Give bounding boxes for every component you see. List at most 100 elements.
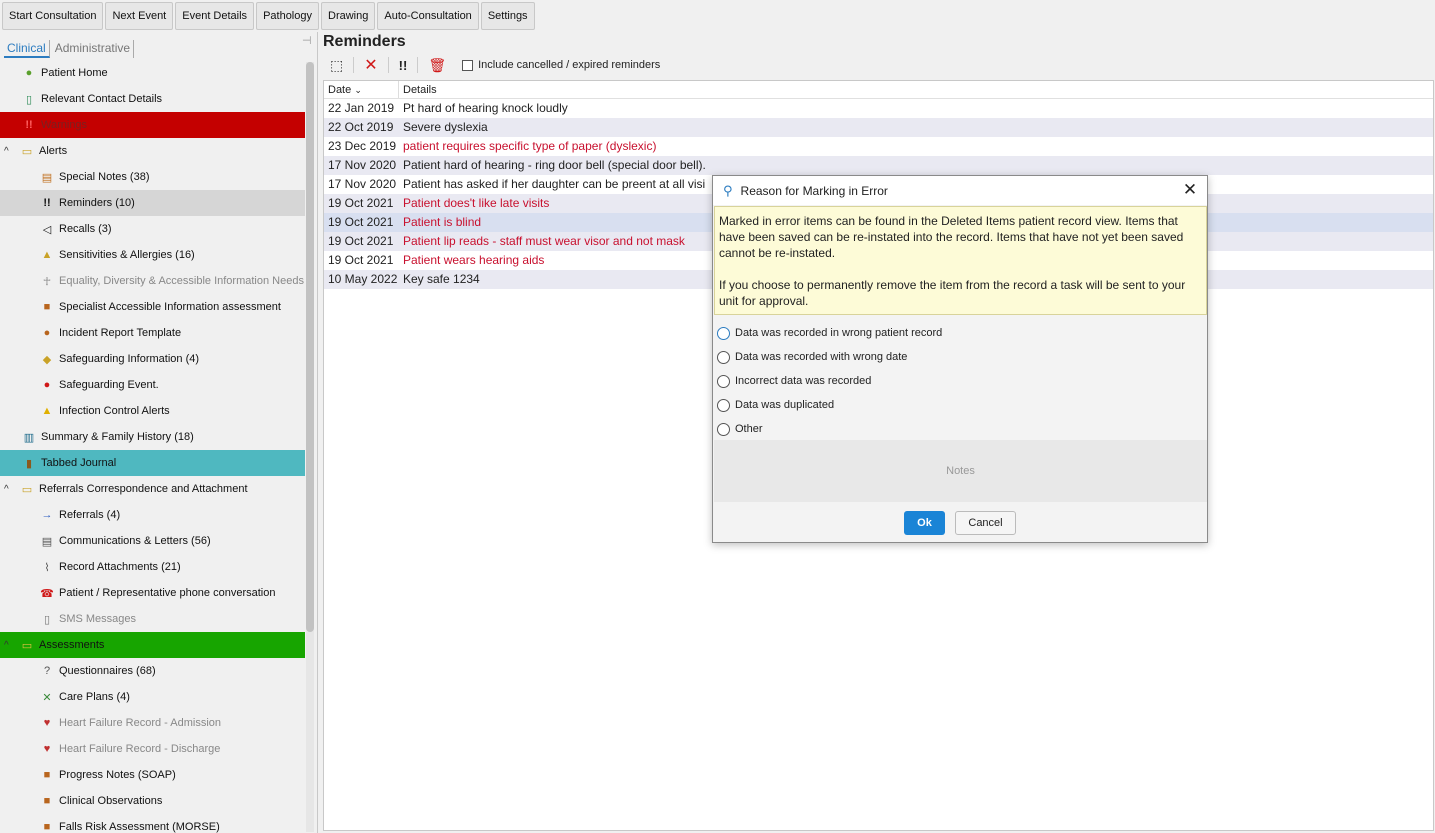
sidebar-item-recalls[interactable]: ◁ Recalls (3) — [0, 216, 305, 242]
exclamation-icon: !! — [43, 197, 51, 209]
square-icon: ■ — [43, 301, 51, 313]
sidebar-item-safeguarding-information[interactable]: ◆ Safeguarding Information (4) — [0, 346, 305, 372]
sidebar-item-reminders[interactable]: !! Reminders (10) — [0, 190, 305, 216]
sidebar-item-heart-failure-discharge[interactable]: ♥ Heart Failure Record - Discharge — [0, 736, 305, 762]
row-details: Key safe 1234 — [403, 272, 480, 286]
square-icon: ■ — [43, 795, 51, 807]
auto-consultation-button[interactable]: Auto-Consultation — [377, 2, 479, 30]
sidebar-group-assessments[interactable]: ^ ▭ Assessments — [0, 632, 305, 658]
sidebar-item-label: Summary & Family History (18) — [41, 431, 194, 443]
sidebar-item-label: Relevant Contact Details — [41, 93, 163, 105]
sidebar-item-sms-messages[interactable]: ▯ SMS Messages — [0, 606, 305, 632]
radio-button[interactable] — [717, 422, 730, 436]
paperclip-icon: ⌇ — [44, 561, 50, 574]
pin-icon[interactable]: ⊣ — [302, 34, 312, 47]
delete-icon[interactable]: 🗑 — [423, 54, 451, 76]
radio-label: Data was recorded in wrong patient recor… — [735, 327, 943, 339]
tools-icon: ✕ — [42, 691, 52, 704]
chevron-up-icon[interactable]: ^ — [4, 640, 18, 651]
sidebar-item-progress-notes[interactable]: ■ Progress Notes (SOAP) — [0, 762, 305, 788]
table-row[interactable]: 22 Oct 2019 Severe dyslexia — [324, 118, 1433, 137]
heart-icon: ♥ — [43, 717, 51, 729]
include-cancelled-label: Include cancelled / expired reminders — [478, 59, 661, 71]
table-row[interactable]: 17 Nov 2020 Patient hard of hearing - ri… — [324, 156, 1433, 175]
telephone-icon: ☎ — [40, 587, 54, 600]
row-date: 22 Jan 2019 — [328, 101, 395, 115]
tab-clinical[interactable]: Clinical — [4, 40, 50, 58]
sidebar-item-summary-family-history[interactable]: ▥ Summary & Family History (18) — [0, 424, 305, 450]
cancel-button[interactable]: Cancel — [955, 511, 1016, 535]
sidebar-item-communications-letters[interactable]: ▤ Communications & Letters (56) — [0, 528, 305, 554]
sidebar-item-questionnaires[interactable]: ? Questionnaires (68) — [0, 658, 305, 684]
sidebar-item-phone-conversation[interactable]: ☎ Patient / Representative phone convers… — [0, 580, 305, 606]
sidebar-group-alerts[interactable]: ^ ▭ Alerts — [0, 138, 305, 164]
notes-field[interactable]: Notes — [714, 440, 1207, 502]
row-date: 19 Oct 2021 — [328, 253, 394, 267]
chevron-up-icon[interactable]: ^ — [4, 484, 18, 495]
settings-button[interactable]: Settings — [480, 2, 535, 30]
sidebar-item-specialist-accessible-info[interactable]: ■ Specialist Accessible Information asse… — [0, 294, 305, 320]
radio-button[interactable] — [717, 374, 730, 388]
event-details-button[interactable]: Event Details — [175, 2, 255, 30]
reason-options: Data was recorded in wrong patient recor… — [717, 321, 942, 441]
sidebar-item-warnings[interactable]: !! Warnings — [0, 112, 305, 138]
sidebar-item-label: Referrals (4) — [59, 509, 121, 521]
row-details: Patient is blind — [403, 215, 482, 229]
scrollbar-thumb[interactable] — [306, 62, 314, 632]
sidebar-item-special-notes[interactable]: ▤ Special Notes (38) — [0, 164, 305, 190]
sidebar-item-label: Progress Notes (SOAP) — [59, 769, 176, 781]
chevron-up-icon[interactable]: ^ — [4, 146, 18, 157]
column-header-details[interactable]: Details — [399, 81, 437, 98]
sidebar-item-label: Safeguarding Information (4) — [59, 353, 200, 365]
sidebar-item-label: Falls Risk Assessment (MORSE) — [59, 821, 220, 833]
reason-option-incorrect-data[interactable]: Incorrect data was recorded — [717, 369, 942, 393]
sidebar-item-tabbed-journal[interactable]: ▮ Tabbed Journal — [0, 450, 305, 476]
row-date: 17 Nov 2020 — [328, 177, 397, 191]
ok-button[interactable]: Ok — [904, 511, 945, 535]
sidebar-item-record-attachments[interactable]: ⌇ Record Attachments (21) — [0, 554, 305, 580]
table-row[interactable]: 22 Jan 2019 Pt hard of hearing knock lou… — [324, 99, 1433, 118]
close-icon[interactable]: ✕ — [1181, 180, 1199, 200]
pathology-button[interactable]: Pathology — [256, 2, 319, 30]
sidebar-item-label: Equality, Diversity & Accessible Informa… — [59, 275, 304, 287]
start-consultation-button[interactable]: Start Consultation — [2, 2, 104, 30]
reason-option-duplicated[interactable]: Data was duplicated — [717, 393, 942, 417]
sidebar-item-falls-risk-assessment[interactable]: ■ Falls Risk Assessment (MORSE) — [0, 814, 305, 833]
column-header-date[interactable]: Date ⌄ — [324, 81, 399, 98]
include-cancelled-checkbox[interactable] — [462, 59, 474, 71]
sidebar-item-referrals[interactable]: → Referrals (4) — [0, 502, 305, 528]
radio-label: Other — [735, 423, 763, 435]
sidebar-nav: ● Patient Home ▯ Relevant Contact Detail… — [0, 60, 305, 833]
sidebar-item-clinical-observations[interactable]: ■ Clinical Observations — [0, 788, 305, 814]
sidebar-item-infection-control[interactable]: ▲ Infection Control Alerts — [0, 398, 305, 424]
sidebar-item-label: Clinical Observations — [59, 795, 163, 807]
reason-option-wrong-date[interactable]: Data was recorded with wrong date — [717, 345, 942, 369]
reason-option-wrong-patient[interactable]: Data was recorded in wrong patient recor… — [717, 321, 942, 345]
radio-button[interactable] — [717, 350, 730, 364]
sidebar-item-heart-failure-admission[interactable]: ♥ Heart Failure Record - Admission — [0, 710, 305, 736]
sidebar-item-safeguarding-event[interactable]: ● Safeguarding Event. — [0, 372, 305, 398]
sidebar-group-referrals-correspondence[interactable]: ^ ▭ Referrals Correspondence and Attachm… — [0, 476, 305, 502]
reason-option-other[interactable]: Other — [717, 417, 942, 441]
priority-icon[interactable]: !! — [394, 54, 413, 76]
app-window: Start Consultation Next Event Event Deta… — [0, 0, 1435, 833]
tab-administrative[interactable]: Administrative — [52, 40, 135, 58]
table-row[interactable]: 23 Dec 2019 patient requires specific ty… — [324, 137, 1433, 156]
drawing-button[interactable]: Drawing — [321, 2, 376, 30]
sidebar-item-care-plans[interactable]: ✕ Care Plans (4) — [0, 684, 305, 710]
select-icon[interactable]: ⬚ — [325, 54, 348, 76]
sidebar-item-relevant-contact-details[interactable]: ▯ Relevant Contact Details — [0, 86, 305, 112]
sidebar-item-incident-report[interactable]: ● Incident Report Template — [0, 320, 305, 346]
radio-label: Incorrect data was recorded — [735, 375, 872, 387]
sidebar-item-label: Incident Report Template — [59, 327, 182, 339]
sidebar-scrollbar[interactable] — [306, 62, 314, 832]
row-date: 19 Oct 2021 — [328, 215, 394, 229]
cancel-icon[interactable]: ✕ — [359, 54, 382, 76]
sidebar-item-patient-home[interactable]: ● Patient Home — [0, 60, 305, 86]
next-event-button[interactable]: Next Event — [105, 2, 174, 30]
radio-button[interactable] — [717, 326, 730, 340]
sidebar-item-equality-diversity[interactable]: ☥ Equality, Diversity & Accessible Infor… — [0, 268, 305, 294]
radio-button[interactable] — [717, 398, 730, 412]
sidebar-item-sensitivities-allergies[interactable]: ▲ Sensitivities & Allergies (16) — [0, 242, 305, 268]
sidebar-item-label: Communications & Letters (56) — [59, 535, 211, 547]
